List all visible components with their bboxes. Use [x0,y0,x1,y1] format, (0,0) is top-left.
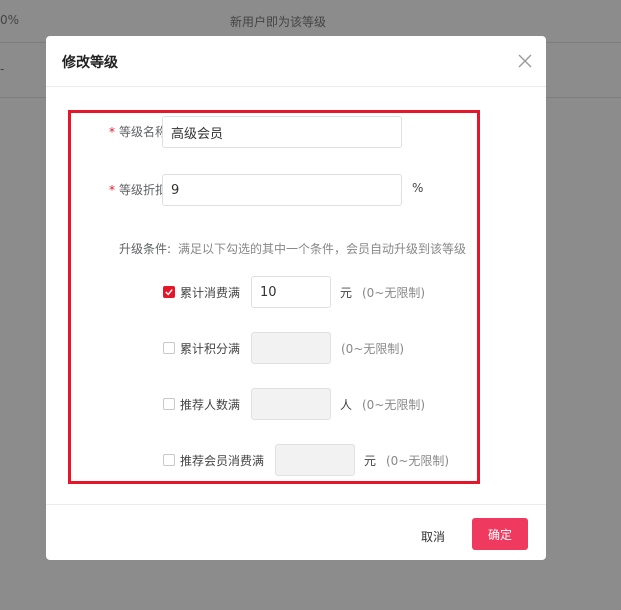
modal-title: 修改等级 [62,55,118,71]
discount-unit: % [412,181,424,195]
condition-label-total-points[interactable]: 累计积分满 [180,340,240,357]
cancel-button[interactable]: 取消 [409,521,457,551]
modal-header: 修改等级 [46,36,546,87]
upgrade-condition-label: 升级条件: [118,242,171,256]
background-cell: - [0,62,5,76]
confirm-button[interactable]: 确定 [472,518,528,550]
referral-spend-unit: 元 [364,454,377,468]
condition-label-referral-count[interactable]: 推荐人数满 [180,396,240,413]
condition-label-referral-spend[interactable]: 推荐会员消费满 [180,452,264,469]
total-spend-hint: (0~无限制) [362,286,426,300]
close-icon[interactable] [514,50,536,72]
upgrade-hint: 满足以下勾选的其中一个条件，会员自动升级到该等级 [178,242,467,256]
total-spend-input[interactable] [251,276,331,308]
background-cell: 新用户即为该等级 [230,15,327,29]
total-points-input[interactable] [251,332,331,364]
required-mark: * [108,183,115,197]
condition-checkbox-total-spend[interactable] [163,286,175,298]
referral-count-input[interactable] [251,388,331,420]
background-cell: 0% [0,13,20,27]
condition-checkbox-total-points[interactable] [163,342,175,354]
condition-label-total-spend[interactable]: 累计消费满 [180,284,240,301]
level-name-input[interactable] [162,116,402,148]
total-points-hint: (0~无限制) [341,342,405,356]
condition-checkbox-referral-spend[interactable] [163,454,175,466]
total-spend-unit: 元 [340,286,353,300]
modal-footer: 取消 确定 [46,504,546,561]
referral-spend-input[interactable] [275,444,355,476]
level-name-label: * 等级名称: [76,123,171,140]
level-discount-input[interactable] [162,174,402,206]
edit-level-modal: 修改等级 *等级名称: *等级折扣: % 升级条件: 满足以下勾选的其中一个条件… [46,36,546,560]
required-mark: * [108,125,115,139]
checkmark-icon [165,289,173,296]
referral-count-unit: 人 [340,398,353,412]
referral-spend-hint: (0~无限制) [386,454,450,468]
condition-checkbox-referral-count[interactable] [163,398,175,410]
level-discount-label: * 等级折扣: [76,181,171,198]
referral-count-hint: (0~无限制) [362,398,426,412]
